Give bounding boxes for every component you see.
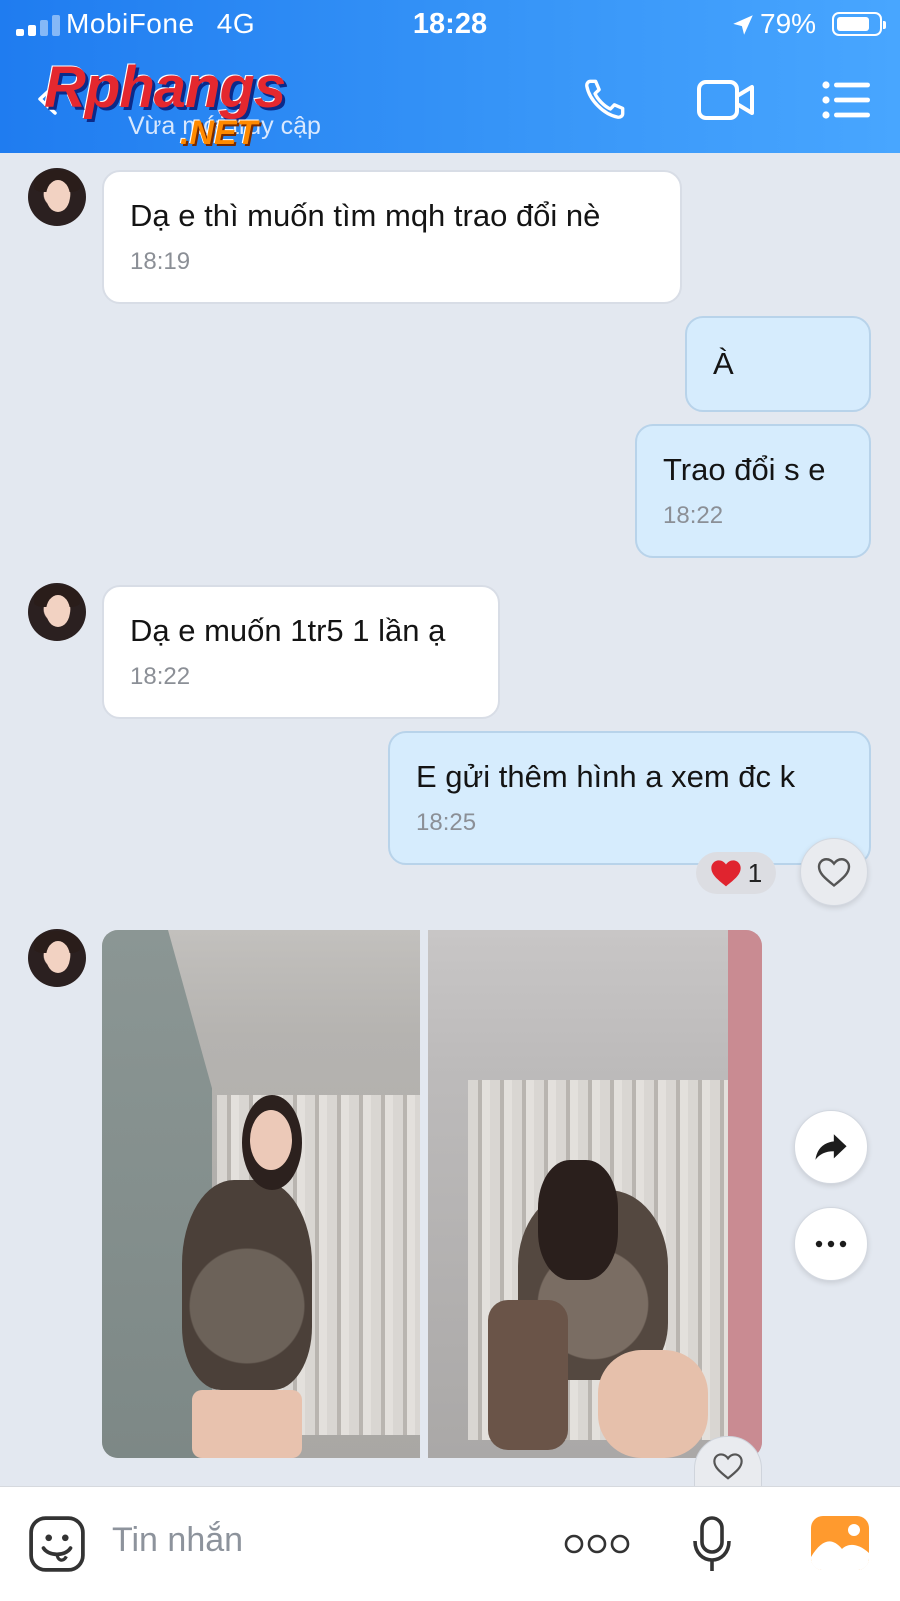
contact-avatar[interactable] (28, 929, 86, 987)
react-heart-button[interactable] (800, 838, 868, 906)
watermark-text-top: Rphangs (44, 55, 286, 120)
message-text: Trao đổi s e (663, 452, 826, 487)
message-time: 18:25 (416, 809, 477, 836)
message-text: À (713, 346, 734, 381)
battery-icon (832, 12, 886, 36)
more-icon (815, 1240, 847, 1248)
battery-percentage: 79% (760, 8, 817, 39)
contact-avatar[interactable] (28, 583, 86, 641)
heart-outline-icon (713, 1453, 743, 1480)
message-input[interactable]: Tin nhắn (112, 1521, 243, 1560)
message-text: Dạ e muốn 1tr5 1 lần ạ (130, 613, 446, 648)
status-bar: MobiFone 4G 18:28 79% (0, 0, 900, 50)
watermark-text-bottom: .NET (180, 114, 258, 152)
share-button[interactable] (794, 1110, 868, 1184)
microphone-icon[interactable] (690, 1515, 734, 1575)
photo-attachment-1[interactable] (102, 930, 420, 1458)
watermark-logo: Rphangs .NET (40, 50, 360, 160)
heart-emoji-icon (711, 860, 741, 887)
message-time: 18:22 (663, 502, 724, 529)
chat-header: MobiFone 4G 18:28 79% Vừa mới truy cập R… (0, 0, 900, 153)
location-arrow-icon (733, 15, 753, 35)
menu-list-icon[interactable] (822, 80, 872, 120)
incoming-message-bubble[interactable]: Dạ e thì muốn tìm mqh trao đổi nè 18:19 (102, 170, 682, 304)
outgoing-message-bubble[interactable]: E gửi thêm hình a xem đc k 18:25 (388, 731, 871, 865)
sticker-icon[interactable] (28, 1515, 86, 1573)
message-text: E gửi thêm hình a xem đc k (416, 759, 796, 794)
message-time: 18:22 (130, 663, 191, 690)
heart-outline-icon (817, 858, 851, 888)
incoming-message-bubble[interactable]: Dạ e muốn 1tr5 1 lần ạ 18:22 (102, 585, 500, 719)
message-time: 18:19 (130, 248, 191, 275)
outgoing-message-bubble[interactable]: À (685, 316, 871, 412)
reaction-count: 1 (747, 857, 763, 888)
outgoing-message-bubble[interactable]: Trao đổi s e 18:22 (635, 424, 871, 558)
photo-attachment-2[interactable] (428, 930, 762, 1458)
more-options-icon[interactable] (564, 1531, 630, 1557)
share-icon (815, 1134, 847, 1160)
phone-icon[interactable] (580, 74, 630, 124)
video-call-icon[interactable] (696, 78, 756, 122)
contact-avatar[interactable] (28, 168, 86, 226)
message-text: Dạ e thì muốn tìm mqh trao đổi nè (130, 198, 601, 233)
message-composer: Tin nhắn (0, 1486, 900, 1601)
gallery-icon[interactable] (810, 1515, 870, 1571)
more-button[interactable] (794, 1207, 868, 1281)
reaction-summary[interactable]: 1 (696, 852, 776, 894)
